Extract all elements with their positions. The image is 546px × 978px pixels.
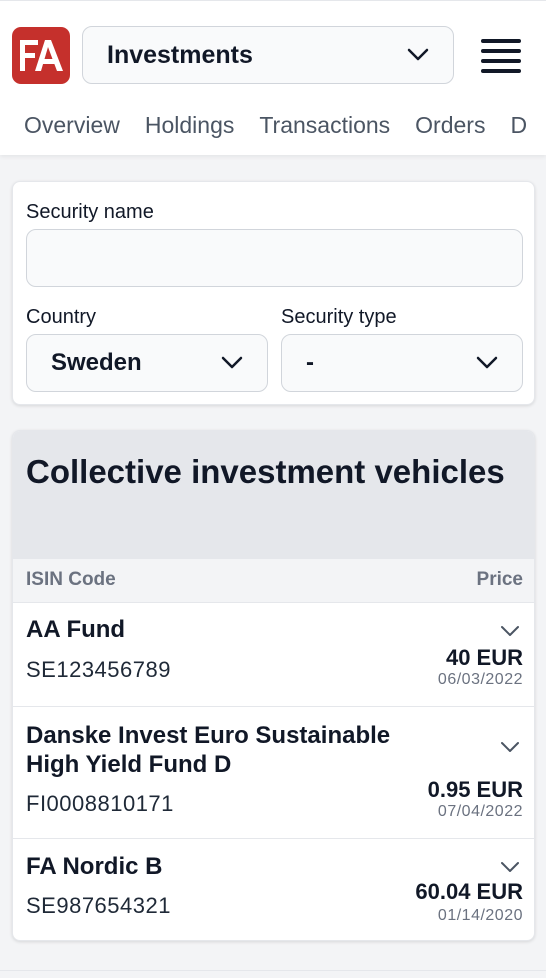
security-price-date: 01/14/2020 [437, 907, 523, 924]
portfolio-selector-label: Investments [107, 40, 253, 69]
country-select[interactable]: Sweden [26, 334, 268, 392]
chevron-down-icon[interactable] [500, 861, 520, 873]
top-navigation: Investments Overview Holdings Transactions… [0, 0, 546, 155]
security-row[interactable]: Danske Invest Euro Sustainable High Yiel… [13, 707, 534, 839]
security-type-select[interactable]: - [281, 334, 523, 392]
chevron-down-icon [407, 48, 429, 61]
security-row[interactable]: AA Fund SE123456789 40 EUR 06/03/2022 [13, 603, 534, 707]
country-label: Country [26, 306, 97, 328]
tab-orders[interactable]: Orders [415, 105, 485, 145]
chevron-down-icon[interactable] [500, 741, 520, 753]
hamburger-icon[interactable] [481, 39, 521, 73]
chevron-down-icon [476, 356, 498, 369]
fa-logo-icon [12, 27, 70, 84]
security-row[interactable]: FA Nordic B SE987654321 60.04 EUR 01/14/… [13, 839, 534, 940]
results-title: Collective investment vehicles [26, 453, 505, 490]
tab-next-partial[interactable]: D [510, 105, 527, 145]
divider [0, 970, 546, 971]
tab-holdings[interactable]: Holdings [145, 105, 235, 145]
chevron-down-icon [221, 356, 243, 369]
security-name: FA Nordic B [26, 853, 163, 880]
results-header: Collective investment vehicles [13, 431, 534, 559]
app-frame: Investments Overview Holdings Transactions… [0, 0, 546, 978]
security-price-date: 06/03/2022 [437, 671, 523, 688]
security-name-input[interactable] [26, 229, 523, 287]
portfolio-selector[interactable]: Investments [82, 26, 454, 84]
security-price-date: 07/04/2022 [437, 803, 523, 820]
security-price: 60.04 EUR [415, 879, 523, 904]
security-price: 0.95 EUR [427, 777, 523, 802]
security-name-label: Security name [26, 201, 154, 223]
security-isin: SE123456789 [26, 657, 171, 682]
security-isin: FI0008810171 [26, 791, 174, 816]
results-card: Collective investment vehicles ISIN Code… [12, 430, 535, 941]
filter-panel: Security name Country Sweden Security ty… [12, 181, 535, 405]
security-price: 40 EUR [445, 645, 523, 670]
fa-logo[interactable] [12, 27, 70, 84]
security-type-select-value: - [306, 349, 314, 376]
column-header: ISIN Code Price [13, 559, 534, 603]
isin-column-header: ISIN Code [26, 569, 116, 590]
country-select-value: Sweden [51, 349, 142, 376]
tab-bar: Overview Holdings Transactions Orders D [24, 105, 546, 145]
tab-transactions[interactable]: Transactions [259, 105, 390, 145]
price-column-header: Price [476, 569, 523, 590]
tab-overview[interactable]: Overview [24, 105, 120, 145]
security-name: Danske Invest Euro Sustainable High Yiel… [26, 722, 391, 778]
security-name: AA Fund [26, 616, 126, 643]
chevron-down-icon[interactable] [500, 625, 520, 637]
security-type-label: Security type [281, 306, 397, 328]
security-isin: SE987654321 [26, 893, 171, 918]
